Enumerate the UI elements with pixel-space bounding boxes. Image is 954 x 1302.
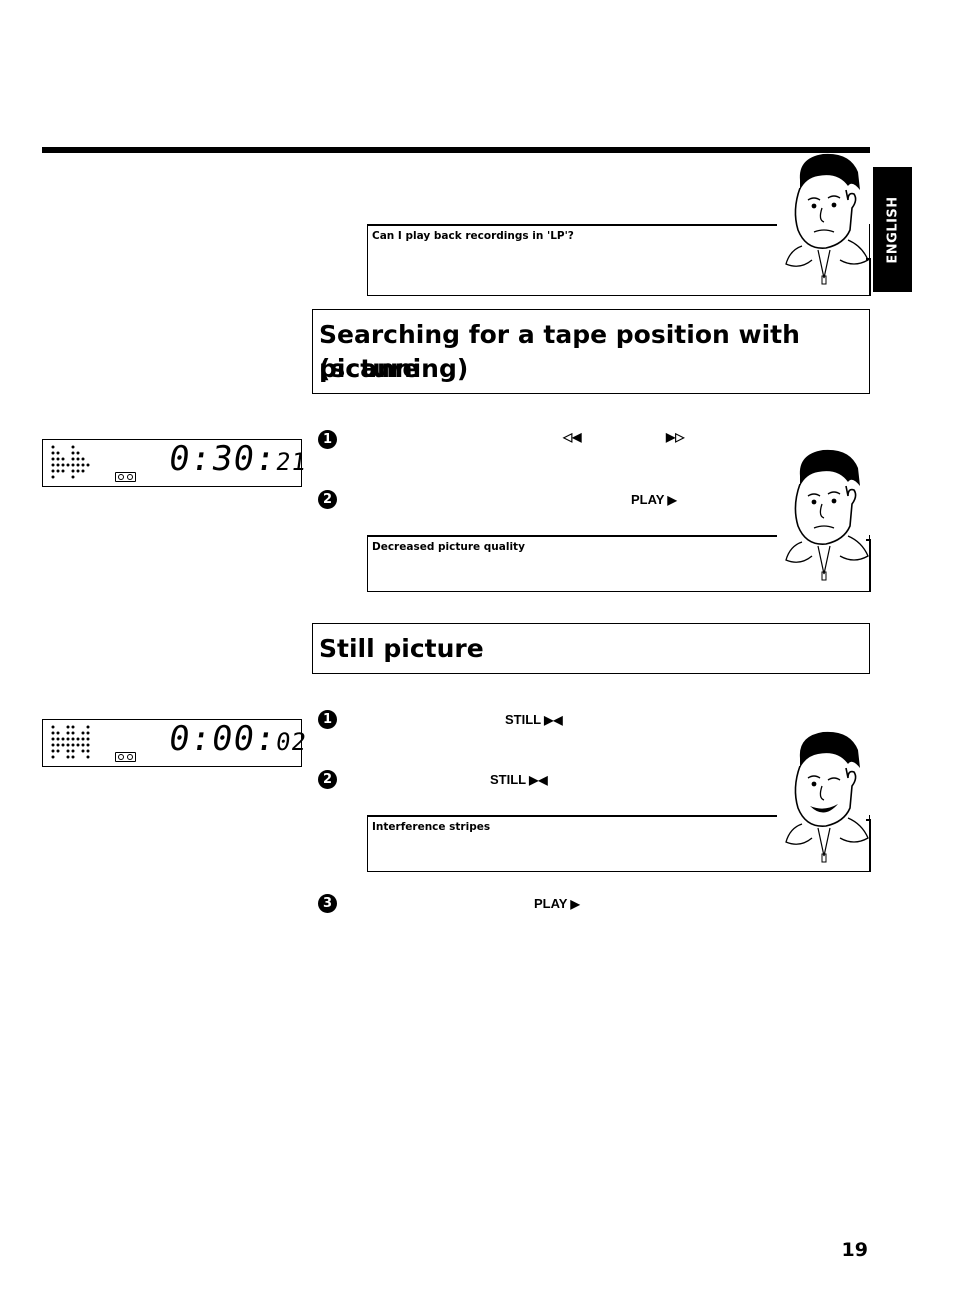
tip-title: Interference stripes (372, 821, 491, 833)
display-time-frames: 21 (273, 448, 309, 476)
display-time-frames: 02 (273, 728, 309, 756)
play-key: PLAY ▶ (631, 492, 677, 507)
language-tab-label: ENGLISH (885, 195, 900, 264)
step-number: 1 (318, 430, 337, 449)
still-key-label: STILL (505, 712, 542, 727)
still-dots-icon (51, 725, 90, 759)
section-title: Still picture (319, 634, 484, 663)
tip-top-border (366, 535, 777, 537)
play-icon: ▶ (570, 896, 580, 911)
display-time: 0:00:02 (166, 719, 310, 759)
still-icon: ▶◀ (544, 712, 563, 727)
still-key: STILL ▶◀ (505, 712, 563, 727)
cassette-icon (115, 752, 136, 762)
fast-forward-key: ▶▷ (666, 431, 684, 443)
step-number: 1 (318, 710, 337, 729)
rewind-icon: ◁◀ (563, 430, 582, 444)
vcr-display-still: 0:00:02 (42, 719, 309, 767)
fast-forward-icon: ▶▷ (666, 430, 685, 444)
tip-top-border (366, 815, 777, 817)
tip-title: Decreased picture quality (372, 541, 525, 553)
language-tab: ENGLISH (873, 167, 912, 292)
step-number: 3 (318, 894, 337, 913)
step-number: 2 (318, 490, 337, 509)
section-title-line2: (scanning) (319, 354, 469, 383)
still-icon: ▶◀ (529, 772, 548, 787)
display-time: 0:30:21 (166, 439, 310, 479)
play-icon: ▶ (667, 492, 677, 507)
step-number: 2 (318, 770, 337, 789)
play-key-label: PLAY (534, 896, 568, 911)
mascot-worried-icon (785, 449, 869, 581)
still-key-label: STILL (490, 772, 527, 787)
tip-title: Can I play back recordings in 'LP'? (372, 230, 574, 242)
vcr-display-scanning: 0:30:21 (42, 439, 309, 487)
top-rule (42, 147, 870, 153)
section-title-box-scanning: Searching for a tape position with pictu… (312, 309, 870, 394)
cassette-icon (115, 472, 136, 482)
display-time-main: 0:30: (166, 439, 280, 479)
play-key: PLAY ▶ (534, 896, 580, 911)
section-title-box-still-picture: Still picture (312, 623, 870, 674)
play-key-label: PLAY (631, 492, 665, 507)
mascot-worried-icon (785, 153, 869, 285)
still-key: STILL ▶◀ (490, 772, 548, 787)
rewind-key: ◁◀ (563, 431, 581, 443)
page-number: 19 (841, 1239, 868, 1261)
mascot-smiling-icon (785, 731, 869, 863)
display-time-main: 0:00: (166, 719, 280, 759)
tip-top-border (366, 224, 777, 226)
fast-forward-dots-icon (51, 445, 90, 479)
